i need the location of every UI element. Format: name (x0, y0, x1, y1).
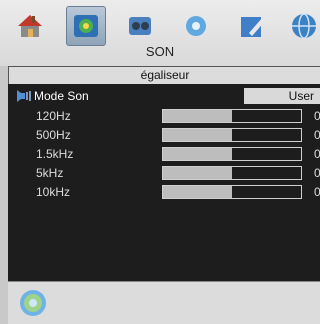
sound-button[interactable] (120, 6, 160, 46)
band-label: 1.5kHz (36, 147, 74, 161)
band-slider[interactable] (162, 128, 302, 142)
globe-button[interactable] (284, 6, 320, 46)
menu-toolbar (0, 6, 320, 46)
band-row-120hz[interactable]: 120Hz 0 (8, 108, 320, 124)
band-value: 0 (314, 166, 320, 180)
band-value: 0 (314, 185, 320, 199)
top-bar: SON (0, 0, 320, 70)
band-slider[interactable] (162, 147, 302, 161)
band-row-500hz[interactable]: 500Hz 0 (8, 127, 320, 143)
left-border (0, 66, 8, 323)
slider-fill (163, 148, 232, 160)
menu-title: SON (145, 44, 175, 59)
band-label: 120Hz (36, 109, 71, 123)
settings-button[interactable] (176, 6, 216, 46)
slider-fill (163, 129, 232, 141)
home-button[interactable] (10, 6, 50, 46)
band-row-5khz[interactable]: 5kHz 0 (8, 165, 320, 181)
slider-fill (163, 110, 232, 122)
edit-icon (241, 17, 266, 37)
sound-icon (129, 17, 151, 35)
slider-fill (163, 167, 232, 179)
globe-icon (292, 13, 316, 39)
sound-mode-value[interactable]: User (244, 88, 320, 104)
band-label: 10kHz (36, 185, 71, 199)
band-label: 500Hz (36, 128, 71, 142)
band-value: 0 (314, 147, 320, 161)
slider-fill (163, 186, 232, 198)
picture-icon (74, 15, 98, 37)
picture-button[interactable] (66, 6, 106, 46)
band-slider[interactable] (162, 166, 302, 180)
edit-button[interactable] (232, 6, 272, 46)
home-icon (18, 15, 42, 37)
equalizer-panel: Mode Son User 120Hz 0 500Hz 0 1.5kHz 0 5… (8, 84, 320, 281)
sound-mode-label: Mode Son (34, 89, 89, 103)
nav-globe-icon[interactable] (18, 288, 48, 318)
settings-icon (186, 16, 206, 36)
band-slider[interactable] (162, 185, 302, 199)
band-slider[interactable] (162, 109, 302, 123)
band-label: 5kHz (36, 166, 64, 180)
band-row-10khz[interactable]: 10kHz 0 (8, 184, 320, 200)
submenu-title: égaliseur (8, 66, 320, 84)
band-value: 0 (314, 109, 320, 123)
speaker-icon (17, 90, 31, 102)
bottom-bar (8, 281, 320, 324)
band-value: 0 (314, 128, 320, 142)
sound-mode-row[interactable]: Mode Son User (8, 88, 320, 104)
band-row-1-5khz[interactable]: 1.5kHz 0 (8, 146, 320, 162)
